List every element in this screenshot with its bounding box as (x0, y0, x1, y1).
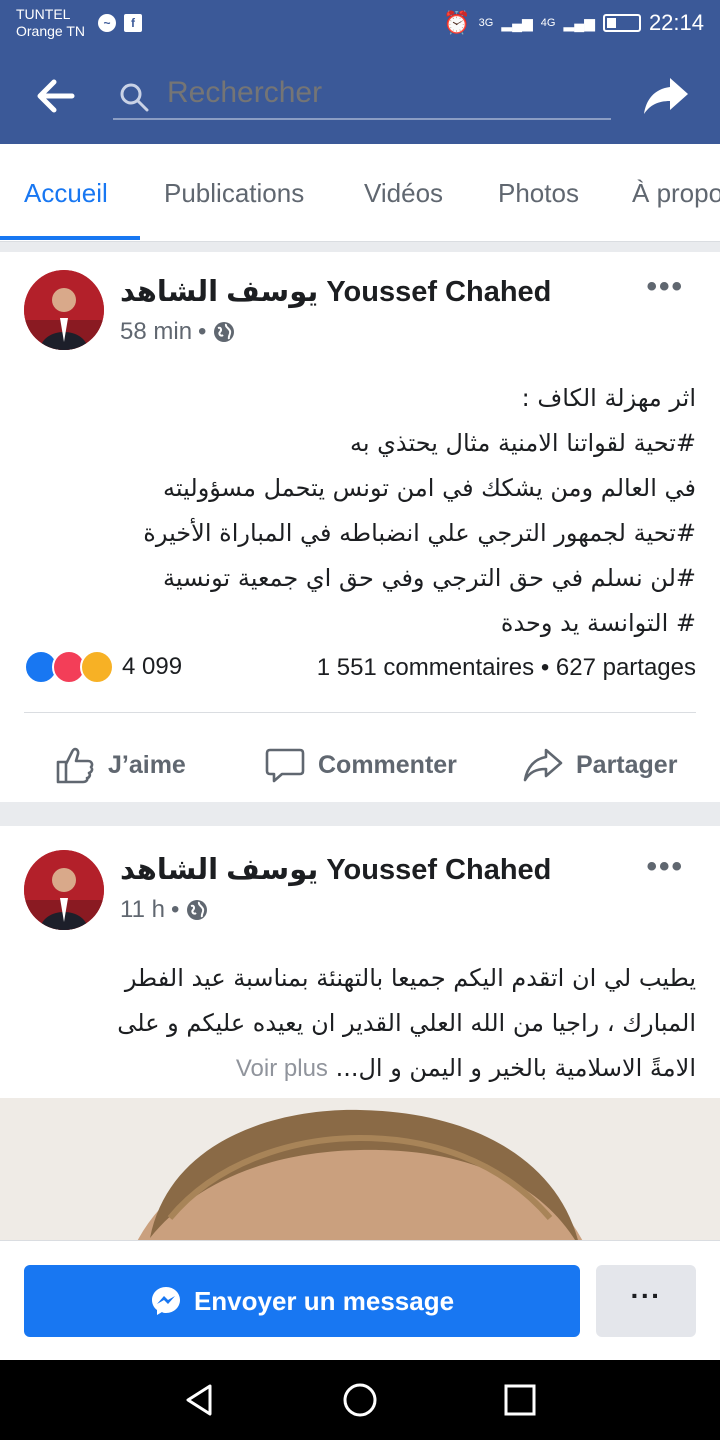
system-nav-bar (0, 1360, 720, 1440)
signal-icon: ▂▄▆ (501, 14, 533, 31)
back-icon[interactable] (180, 1380, 220, 1420)
carrier-name: TUNTEL (16, 6, 71, 22)
search-icon (120, 83, 149, 112)
comment-label: Commenter (318, 750, 457, 779)
avatar[interactable] (24, 270, 104, 350)
post-body: يطيب لي ان اتقدم اليكم جميعا بالتهنئة بم… (16, 956, 696, 1091)
carrier-info: TUNTEL Orange TN (16, 6, 85, 40)
status-bar: TUNTEL Orange TN ~ f ⏰ 3G ▂▄▆ 4G ▂▄▆ 22:… (0, 0, 720, 48)
meta-separator: • (198, 318, 207, 345)
post-line-last: الامةً الاسلامية بالخير و اليمن و ال... … (16, 1046, 696, 1091)
post-line: المبارك ، راجيا من الله العلي القدير ان … (117, 1009, 696, 1037)
share-button[interactable]: Partager (522, 744, 677, 786)
carrier-network: Orange TN (16, 23, 85, 39)
reaction-count: 4 099 (122, 653, 183, 680)
post-line: الامةً الاسلامية بالخير و اليمن و ال... (335, 1054, 696, 1082)
comment-button[interactable]: Commenter (264, 744, 457, 786)
recents-icon[interactable] (500, 1380, 540, 1420)
post-line: #تحية لجمهور الترجي علي انضباطه في المبا… (143, 519, 696, 547)
post-line: في العالم ومن يشكك في امن تونس يتحمل مسؤ… (163, 474, 696, 502)
home-icon[interactable] (340, 1380, 380, 1420)
page-tabs: Accueil Publications Vidéos Photos À pro… (0, 144, 720, 242)
post-meta: 11 h • (120, 896, 209, 924)
active-tab-indicator (0, 236, 140, 240)
like-label: J’aime (108, 750, 186, 779)
more-options-icon[interactable]: ••• (646, 850, 684, 884)
post-time[interactable]: 58 min (120, 318, 192, 346)
search-bar[interactable] (113, 70, 611, 120)
network-3g: 3G (478, 17, 494, 29)
share-label: Partager (576, 750, 678, 779)
meta-separator: • (170, 896, 180, 923)
reactions-summary[interactable]: 4 099 (24, 650, 182, 684)
facebook-icon: f (124, 14, 142, 32)
signal-icon: ▂▄▆ (563, 14, 595, 31)
post-line: # التوانسة يد وحدة (500, 609, 696, 637)
profile-photo (24, 850, 104, 930)
share-arrow-icon (523, 748, 563, 782)
alarm-icon: ⏰ (443, 10, 471, 35)
comment-icon (265, 748, 305, 783)
network-4g: 4G (540, 17, 556, 29)
post-stats[interactable]: 1 551 commentaires • 627 partages (317, 654, 696, 682)
send-message-label: Envoyer un message (193, 1285, 455, 1316)
post-time[interactable]: 11 h (120, 896, 165, 924)
messenger-icon (151, 1287, 180, 1315)
post-line: يطيب لي ان اتقدم اليكم جميعا بالتهنئة بم… (124, 964, 696, 992)
globe-icon (214, 322, 235, 342)
tab-videos[interactable]: Vidéos (364, 178, 443, 209)
tab-a-propos[interactable]: À propos (632, 178, 720, 209)
share-icon[interactable] (642, 74, 690, 118)
more-options-icon[interactable]: ••• (646, 270, 684, 304)
avatar[interactable] (24, 850, 104, 930)
app-bar (0, 48, 720, 144)
send-message-button[interactable]: Envoyer un message (24, 1265, 580, 1337)
globe-icon (187, 900, 208, 920)
tab-photos[interactable]: Photos (498, 178, 579, 209)
post-author[interactable]: يوسف الشاهد Youssef Chahed (120, 852, 551, 887)
battery-icon (602, 14, 641, 32)
post-card: يوسف الشاهد Youssef Chahed 58 min • ••• … (0, 252, 720, 802)
like-button[interactable]: J’aime (54, 744, 186, 786)
post-author[interactable]: يوسف الشاهد Youssef Chahed (120, 274, 551, 309)
notification-icons: ~ f (98, 14, 142, 32)
post-body: اثر مهزلة الكاف : #تحية لقواتنا الامنية … (16, 376, 696, 646)
post-meta: 58 min • (120, 318, 236, 346)
profile-photo (24, 270, 104, 350)
post-actions: J’aime Commenter Partager (0, 722, 720, 806)
post-line: #تحية لقواتنا الامنية مثال يحتذي به (349, 429, 696, 457)
post-line: اثر مهزلة الكاف : (521, 384, 696, 412)
message-bar: Envoyer un message ··· (0, 1240, 720, 1360)
thumbs-up-icon (56, 747, 94, 784)
messenger-icon: ~ (98, 14, 116, 32)
post-line: #لن نسلم في حق الترجي وفي حق اي جمعية تو… (162, 564, 696, 592)
haha-reaction-icon (80, 650, 114, 684)
tab-accueil[interactable]: Accueil (24, 178, 108, 209)
back-arrow-icon[interactable] (36, 78, 76, 114)
search-input[interactable] (167, 76, 587, 110)
more-actions-button[interactable]: ··· (596, 1265, 696, 1337)
tab-publications[interactable]: Publications (164, 178, 304, 209)
see-more-link[interactable]: Voir plus (236, 1055, 328, 1082)
status-right: ⏰ 3G ▂▄▆ 4G ▂▄▆ 22:14 (443, 10, 704, 36)
divider (24, 712, 696, 713)
clock: 22:14 (648, 10, 704, 35)
